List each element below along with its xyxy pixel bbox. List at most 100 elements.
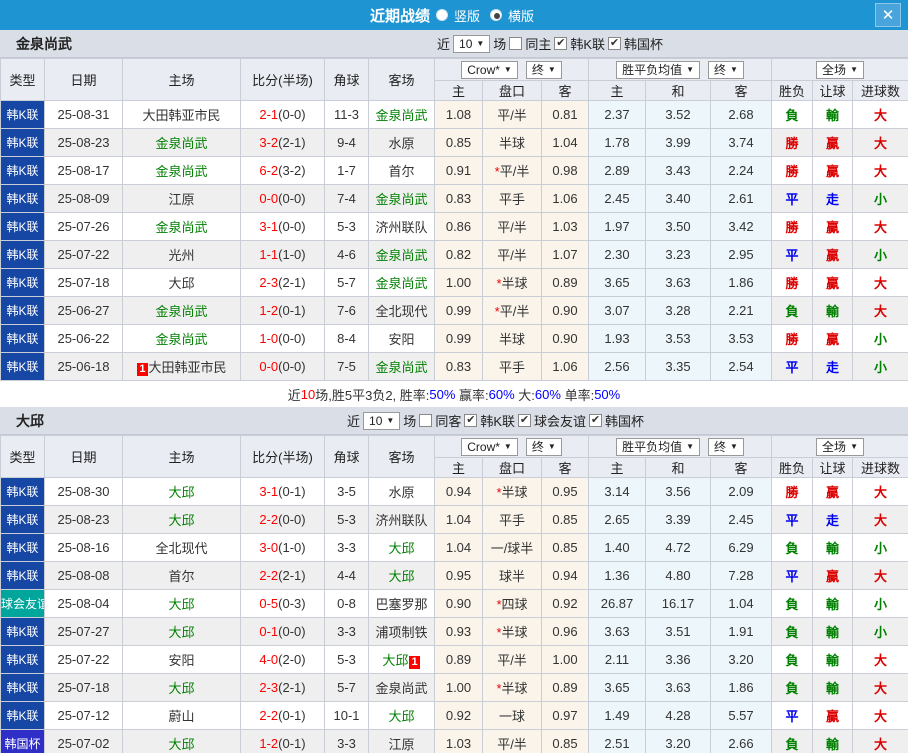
horizontal-layout-label[interactable]: 横版 bbox=[508, 6, 534, 25]
final-odds-select[interactable]: 终 ▼ bbox=[525, 437, 562, 456]
table-row: 韩K联 25-07-22 安阳 4-0(2-0) 5-3 大邱 1 0.89 平/半 1.00 2.… bbox=[0, 645, 908, 674]
result-text: 小 bbox=[874, 192, 888, 207]
result-text: 大 bbox=[874, 220, 888, 235]
away-team-cell: 安阳 bbox=[368, 324, 435, 353]
fulltime-score: 1-1 bbox=[259, 247, 279, 262]
caret-icon: ▼ bbox=[503, 64, 512, 74]
date-cell: 25-07-27 bbox=[44, 617, 123, 646]
lose-odds-cell: 2.61 bbox=[709, 184, 773, 213]
result-text: 平 bbox=[785, 513, 799, 528]
home-team-cell: 金泉尚武 bbox=[122, 128, 241, 157]
team2-name: 大邱 bbox=[16, 412, 44, 429]
home-team-cell: 大邱 bbox=[122, 589, 241, 618]
same-venue-checkbox[interactable] bbox=[509, 37, 523, 50]
table-row: 韩K联 25-08-17 金泉尚武 6-2(3-2) 1-7 首尔 0.91 *平/半 0.98… bbox=[0, 156, 908, 185]
handicap-result-cell: 贏 bbox=[812, 240, 854, 269]
near-label: 近 bbox=[347, 414, 361, 429]
draw-odds-cell: 3.63 bbox=[645, 268, 711, 297]
draw-odds-cell: 3.39 bbox=[645, 505, 711, 534]
halftime-score: (1-0) bbox=[278, 540, 306, 555]
col-handicap-away: 客 bbox=[541, 80, 589, 101]
away-odds-cell: 1.06 bbox=[541, 184, 589, 213]
col-goals: 进球数 bbox=[852, 457, 908, 478]
score-cell: 3-1(0-1) bbox=[240, 477, 325, 506]
league-badge: 韩K联 bbox=[6, 625, 39, 639]
summary-part: 60% bbox=[488, 386, 515, 402]
scope-select[interactable]: 全场 ▼ bbox=[816, 60, 864, 79]
home-odds-cell: 1.03 bbox=[434, 729, 483, 753]
same-venue-checkbox[interactable] bbox=[419, 414, 433, 427]
vertical-layout-label[interactable]: 竖版 bbox=[454, 6, 480, 25]
lose-odds-cell: 6.29 bbox=[709, 533, 773, 562]
corner-cell: 5-3 bbox=[324, 505, 369, 534]
home-team-cell: 安阳 bbox=[122, 645, 241, 674]
league-badge: 韩K联 bbox=[6, 360, 39, 374]
bookmaker-select[interactable]: Crow* ▼ bbox=[461, 437, 518, 456]
caret-icon: ▼ bbox=[850, 441, 858, 451]
halftime-score: (0-1) bbox=[278, 708, 306, 723]
vertical-layout-radio[interactable] bbox=[435, 9, 448, 21]
corner-cell: 7-4 bbox=[324, 184, 369, 213]
draw-odds-cell: 3.40 bbox=[645, 184, 711, 213]
caret-icon: ▼ bbox=[503, 441, 512, 451]
scope-select[interactable]: 全场 ▼ bbox=[816, 437, 864, 456]
lose-odds-cell: 1.91 bbox=[709, 617, 773, 646]
league-badge-cell: 韩K联 bbox=[0, 352, 45, 381]
league-filter-checkbox[interactable]: ✔ bbox=[554, 37, 568, 50]
league-filter-checkbox[interactable]: ✔ bbox=[589, 414, 603, 427]
league-filter-checkbox[interactable]: ✔ bbox=[608, 37, 621, 50]
bookmaker-select-cell: Crow* ▼ 终 ▼ bbox=[434, 435, 589, 458]
lose-odds-cell: 7.28 bbox=[709, 561, 773, 590]
team-text: 大邱 bbox=[382, 653, 409, 668]
league-filter-checkbox[interactable]: ✔ bbox=[518, 414, 531, 427]
handicap-text: 半球 bbox=[501, 485, 528, 500]
corner-cell: 4-4 bbox=[324, 561, 369, 590]
win-odds-cell: 2.11 bbox=[588, 645, 646, 674]
home-odds-cell: 0.93 bbox=[434, 617, 483, 646]
result-cell: 負 bbox=[771, 296, 814, 325]
summary-part: 10 bbox=[300, 386, 316, 402]
home-team-cell: 蔚山 bbox=[122, 701, 241, 730]
final-odds-select[interactable]: 终 ▼ bbox=[708, 60, 744, 79]
fulltime-score: 0-0 bbox=[259, 191, 279, 206]
col-odds-lose: 客 bbox=[709, 457, 773, 478]
fulltime-score: 6-2 bbox=[259, 163, 279, 178]
date-cell: 25-08-31 bbox=[44, 100, 123, 129]
horizontal-layout-radio[interactable] bbox=[490, 9, 502, 21]
draw-odds-cell: 3.28 bbox=[645, 296, 711, 325]
wdl-average-select[interactable]: 胜平负均值 ▼ bbox=[616, 60, 700, 79]
team-text: 全北现代 bbox=[155, 541, 208, 556]
final-odds-select[interactable]: 终 ▼ bbox=[708, 437, 744, 456]
caret-icon: ▼ bbox=[476, 38, 485, 48]
fulltime-score: 2-3 bbox=[259, 680, 279, 695]
away-team-cell: 大邱 bbox=[368, 701, 435, 730]
league-filter-checkbox[interactable]: ✔ bbox=[464, 414, 478, 427]
handicap-text: 一球 bbox=[498, 709, 525, 724]
date-cell: 25-08-09 bbox=[44, 184, 123, 213]
team-text: 大邱 bbox=[388, 541, 415, 556]
wdl-average-select[interactable]: 胜平负均值 ▼ bbox=[616, 437, 700, 456]
result-text: 勝 bbox=[785, 220, 799, 235]
league-filter-label: 韩国杯 bbox=[605, 414, 645, 429]
fulltime-score: 3-2 bbox=[259, 135, 279, 150]
final-odds-select[interactable]: 终 ▼ bbox=[525, 60, 562, 79]
home-team-cell: 大邱 bbox=[122, 729, 241, 753]
team-text: 光州 bbox=[168, 248, 195, 263]
league-filter-label: 韩国杯 bbox=[624, 37, 664, 52]
score-cell: 3-1(0-0) bbox=[240, 212, 325, 241]
bookmaker-select[interactable]: Crow* ▼ bbox=[461, 60, 518, 79]
result-cell: 負 bbox=[771, 589, 814, 618]
goals-result-cell: 大 bbox=[852, 701, 908, 730]
close-button[interactable]: ✕ bbox=[875, 3, 901, 27]
draw-odds-cell: 3.63 bbox=[645, 673, 711, 702]
result-text: 負 bbox=[785, 681, 799, 696]
fulltime-score: 1-0 bbox=[259, 331, 279, 346]
summary-part: 赢率: bbox=[455, 387, 489, 403]
match-count-select[interactable]: 10 ▼ bbox=[453, 34, 491, 53]
match-count-select[interactable]: 10 ▼ bbox=[363, 411, 401, 430]
league-badge-cell: 韩K联 bbox=[0, 324, 45, 353]
away-odds-cell: 0.98 bbox=[541, 156, 589, 185]
goals-result-cell: 小 bbox=[852, 352, 908, 381]
away-odds-cell: 0.85 bbox=[541, 729, 589, 753]
team-text: 济州联队 bbox=[375, 513, 428, 528]
